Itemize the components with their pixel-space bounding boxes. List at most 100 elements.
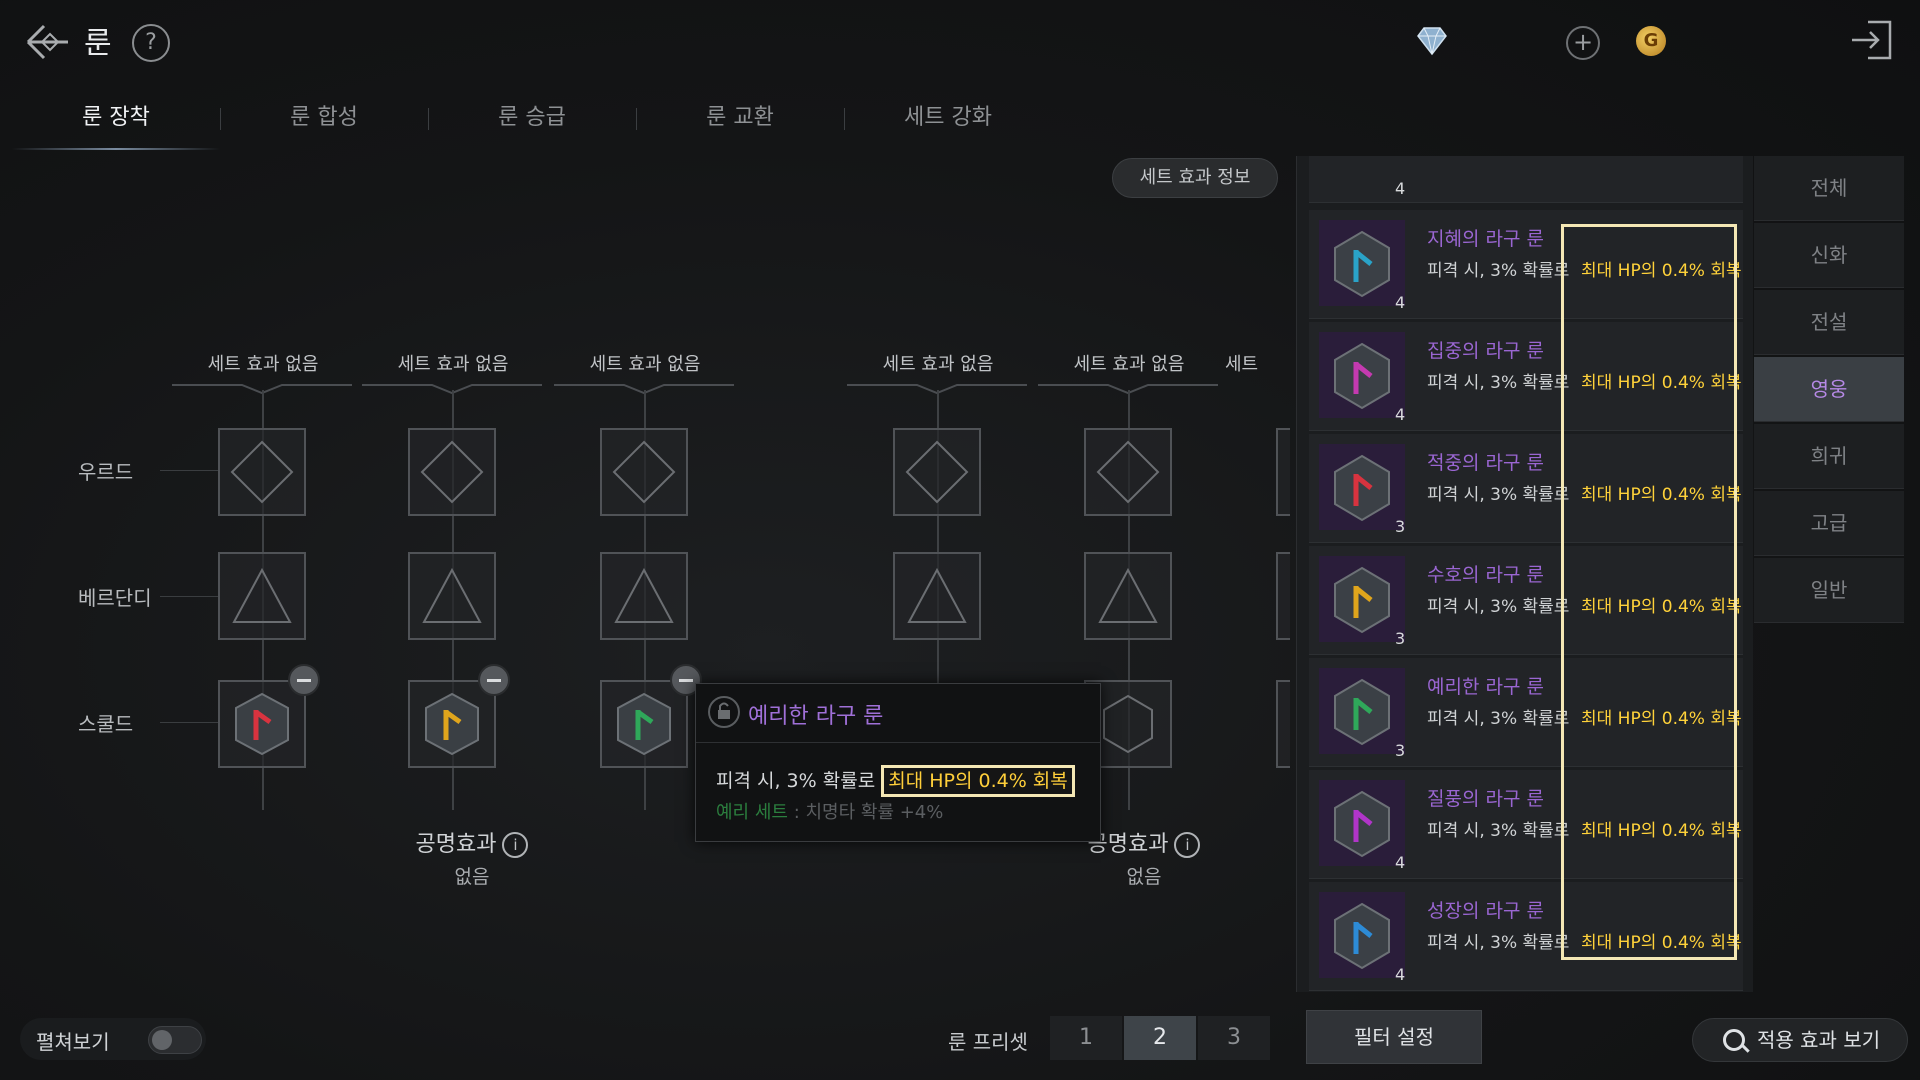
row-connector: [160, 470, 218, 471]
set-label: 세트 효과 없음: [207, 354, 319, 375]
list-item[interactable]: 4 성장의 라구 룬 피격 시, 3% 확률로 최대 HP의 0.4% 회복: [1309, 882, 1743, 991]
preset-button-1[interactable]: 1: [1050, 1016, 1122, 1060]
grade-rare[interactable]: 희귀: [1754, 424, 1904, 489]
set-label: 세트 효과 없음: [882, 354, 994, 375]
unfold-label: 펼쳐보기: [36, 1030, 110, 1054]
list-item-partial[interactable]: 4: [1309, 156, 1743, 203]
rune-slot-urd-4[interactable]: [893, 428, 981, 516]
rune-icon: [1319, 332, 1405, 418]
rune-effect: 최대 HP의 0.4% 회복: [1581, 933, 1742, 953]
list-item[interactable]: 3 예리한 라구 룬 피격 시, 3% 확률로 최대 HP의 0.4% 회복: [1309, 658, 1743, 767]
tooltip-effect-highlight: 최대 HP의 0.4% 회복: [881, 765, 1075, 797]
preset-button-2[interactable]: 2: [1124, 1016, 1196, 1060]
tab-set-enhance[interactable]: 세트 강화: [844, 100, 1052, 152]
unfold-toggle[interactable]: [148, 1026, 202, 1054]
tab-rune-upgrade[interactable]: 룬 승급: [428, 100, 636, 152]
add-currency-button[interactable]: +: [1566, 26, 1600, 60]
rune-count: 4: [1395, 853, 1406, 872]
back-arrow-icon[interactable]: [22, 18, 74, 66]
grade-all[interactable]: 전체: [1754, 156, 1904, 221]
rune-effect: 최대 HP의 0.4% 회복: [1581, 709, 1742, 729]
rune-desc: 피격 시, 3% 확률로: [1427, 373, 1570, 393]
list-item[interactable]: 3 적중의 라구 룬 피격 시, 3% 확률로 최대 HP의 0.4% 회복: [1309, 434, 1743, 543]
rune-icon: [1319, 892, 1405, 978]
view-applied-effects-button[interactable]: 적용 효과 보기: [1692, 1018, 1908, 1062]
rune-name: 지혜의 라구 룬: [1427, 228, 1544, 250]
tooltip-set-value: : 치명타 확률 +4%: [787, 802, 944, 823]
rune-name: 집중의 라구 룬: [1427, 340, 1544, 362]
remove-rune-button[interactable]: [478, 664, 510, 696]
set-label: 세트 효과 없음: [397, 354, 509, 375]
rune-slot-urd-2[interactable]: [408, 428, 496, 516]
rune-effect: 최대 HP의 0.4% 회복: [1581, 597, 1742, 617]
grade-legendary[interactable]: 전설: [1754, 290, 1904, 355]
set-label: 세트 효과 없음: [1073, 354, 1185, 375]
rune-effect: 최대 HP의 0.4% 회복: [1581, 373, 1742, 393]
rune-slot-verdandi-6[interactable]: [1276, 552, 1290, 640]
filter-settings-button[interactable]: 필터 설정: [1306, 1010, 1482, 1064]
rune-count: 4: [1395, 405, 1406, 424]
rune-slot-urd-6[interactable]: [1276, 428, 1290, 516]
info-icon[interactable]: i: [502, 832, 529, 858]
rune-slot-urd-3[interactable]: [600, 428, 688, 516]
rune-slot-skuld-6[interactable]: [1276, 680, 1290, 768]
rune-slot-skuld-3[interactable]: [600, 680, 688, 768]
rune-count: 4: [1395, 293, 1406, 312]
rune-preset-label: 룬 프리셋: [948, 1030, 1028, 1054]
resonance-value: 없음: [454, 866, 490, 888]
rune-icon: [1319, 780, 1405, 866]
rune-desc: 피격 시, 3% 확률로: [1427, 933, 1570, 953]
list-item[interactable]: 3 수호의 라구 룬 피격 시, 3% 확률로 최대 HP의 0.4% 회복: [1309, 546, 1743, 655]
diamond-icon: [1414, 26, 1450, 56]
row-connector: [160, 596, 218, 597]
rune-slot-verdandi-5[interactable]: [1084, 552, 1172, 640]
grade-common[interactable]: 일반: [1754, 558, 1904, 623]
rune-slot-verdandi-1[interactable]: [218, 552, 306, 640]
row-label-urd: 우르드: [78, 460, 134, 484]
rune-name: 적중의 라구 룬: [1427, 452, 1544, 474]
grade-advanced[interactable]: 고급: [1754, 491, 1904, 556]
tab-rune-equip[interactable]: 룬 장착: [12, 100, 220, 152]
grade-mythic[interactable]: 신화: [1754, 223, 1904, 288]
rune-count: 3: [1395, 629, 1406, 648]
rune-slot-skuld-2[interactable]: [408, 680, 496, 768]
rune-name: 성장의 라구 룬: [1427, 900, 1544, 922]
rune-icon: [1319, 556, 1405, 642]
list-item[interactable]: 4 질풍의 라구 룬 피격 시, 3% 확률로 최대 HP의 0.4% 회복: [1309, 770, 1743, 879]
rune-icon: [1319, 668, 1405, 754]
rune-desc: 피격 시, 3% 확률로: [1427, 261, 1570, 281]
help-icon[interactable]: ?: [132, 24, 170, 62]
rune-effect: 최대 HP의 0.4% 회복: [1581, 261, 1742, 281]
rune-desc: 피격 시, 3% 확률로: [1427, 821, 1570, 841]
info-icon[interactable]: i: [1174, 832, 1201, 858]
row-label-verdandi: 베르단디: [78, 586, 152, 610]
grade-heroic[interactable]: 영웅: [1754, 357, 1904, 422]
rune-slot-verdandi-4[interactable]: [893, 552, 981, 640]
list-item[interactable]: 4 지혜의 라구 룬 피격 시, 3% 확률로 최대 HP의 0.4% 회복: [1309, 210, 1743, 319]
rune-effect: 최대 HP의 0.4% 회복: [1581, 485, 1742, 505]
rune-icon: [1319, 220, 1405, 306]
tab-rune-exchange[interactable]: 룬 교환: [636, 100, 844, 152]
resonance-value: 없음: [1126, 866, 1162, 888]
tab-bar: 룬 장착 룬 합성 룬 승급 룬 교환 세트 강화: [12, 100, 1012, 152]
rune-slot-verdandi-2[interactable]: [408, 552, 496, 640]
set-effect-info-button[interactable]: 세트 효과 정보: [1112, 158, 1278, 198]
search-icon: [1723, 1029, 1745, 1051]
rune-count: 4: [1395, 965, 1406, 984]
rune-slot-urd-1[interactable]: [218, 428, 306, 516]
tooltip-divider: [696, 742, 1100, 743]
rune-name: 예리한 라구 룬: [1427, 676, 1544, 698]
rune-icon: [1319, 444, 1405, 530]
rune-slot-skuld-1[interactable]: [218, 680, 306, 768]
exit-icon[interactable]: [1848, 18, 1896, 62]
rune-slot-verdandi-3[interactable]: [600, 552, 688, 640]
tab-rune-synthesis[interactable]: 룬 합성: [220, 100, 428, 152]
list-item[interactable]: 4 집중의 라구 룬 피격 시, 3% 확률로 최대 HP의 0.4% 회복: [1309, 322, 1743, 431]
lock-icon[interactable]: [708, 696, 740, 728]
row-connector: [160, 722, 218, 723]
tooltip-set-effect: 예리 세트 : 치명타 확률 +4%: [716, 798, 943, 824]
page-title: 룬: [84, 26, 112, 61]
rune-slot-urd-5[interactable]: [1084, 428, 1172, 516]
remove-rune-button[interactable]: [288, 664, 320, 696]
preset-button-3[interactable]: 3: [1198, 1016, 1270, 1060]
